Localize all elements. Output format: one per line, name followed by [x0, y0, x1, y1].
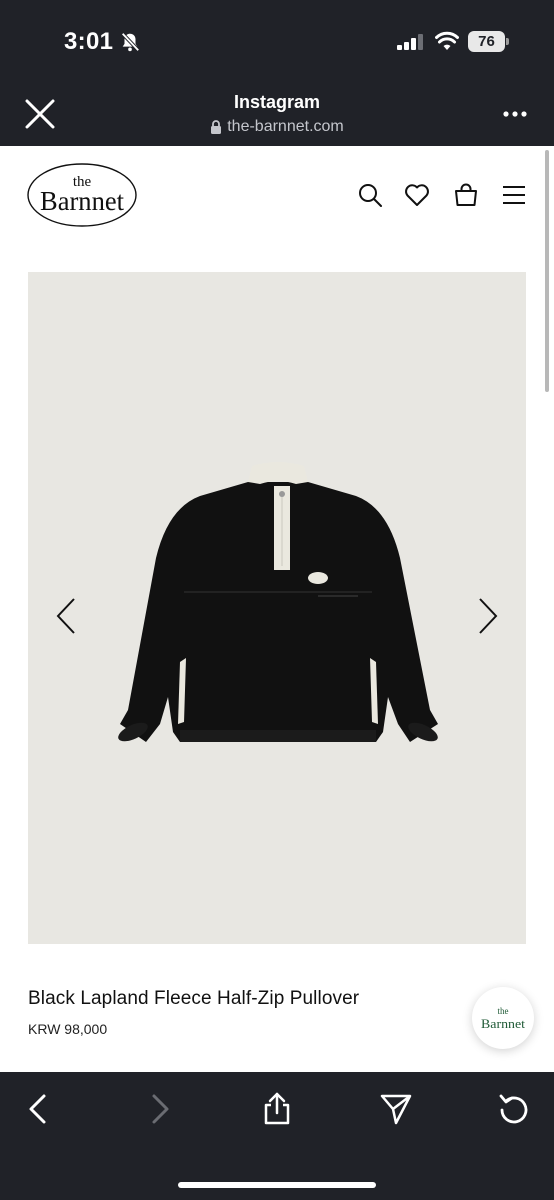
back-icon[interactable]: [22, 1092, 56, 1126]
more-icon[interactable]: [502, 110, 528, 118]
home-indicator[interactable]: [178, 1182, 376, 1188]
reload-icon[interactable]: [497, 1092, 531, 1126]
forward-icon[interactable]: [142, 1092, 176, 1126]
product-price: KRW 98,000: [28, 1021, 108, 1037]
signal-icon: [397, 34, 423, 50]
battery-icon: 76: [468, 31, 510, 52]
url-text: the-barnnet.com: [227, 118, 344, 135]
menu-icon[interactable]: [501, 182, 527, 208]
badge-bottom-text: Barnnet: [481, 1016, 525, 1031]
share-icon[interactable]: [260, 1092, 294, 1126]
chevron-left-icon[interactable]: [54, 596, 78, 636]
browser-url[interactable]: the-barnnet.com: [0, 118, 554, 136]
chevron-right-icon[interactable]: [476, 596, 500, 636]
wifi-icon: [435, 31, 459, 50]
lock-icon: [211, 119, 222, 134]
pullover-illustration: [118, 462, 438, 742]
browser-title: Instagram: [233, 92, 321, 112]
in-app-browser-header: Instagram the-barnnet.com: [0, 80, 554, 146]
logo-bottom-text: Barnnet: [40, 186, 124, 216]
browser-toolbar: [0, 1072, 554, 1200]
badge-top-text: the: [498, 1006, 509, 1016]
search-icon[interactable]: [357, 182, 383, 208]
scrollbar[interactable]: [545, 150, 549, 392]
heart-icon[interactable]: [404, 182, 430, 208]
battery-cap: [506, 38, 509, 45]
bag-icon[interactable]: [453, 182, 479, 208]
chat-widget-button[interactable]: the Barnnet: [472, 987, 534, 1049]
brand-logo[interactable]: the Barnnet: [26, 162, 138, 228]
time-text: 3:01: [64, 28, 114, 55]
chat-badge-logo: the Barnnet: [481, 1006, 525, 1031]
bell-slash-icon: [121, 32, 140, 52]
battery-level: 76: [468, 31, 505, 52]
send-icon[interactable]: [379, 1092, 413, 1126]
status-time: 3:01: [64, 28, 141, 56]
status-bar: 3:01 76: [0, 0, 554, 80]
web-page: the Barnnet Black Lapland Fleece Half-Zi…: [0, 146, 554, 1072]
product-name[interactable]: Black Lapland Fleece Half-Zip Pullover: [28, 988, 359, 1010]
product-image[interactable]: [28, 272, 526, 944]
